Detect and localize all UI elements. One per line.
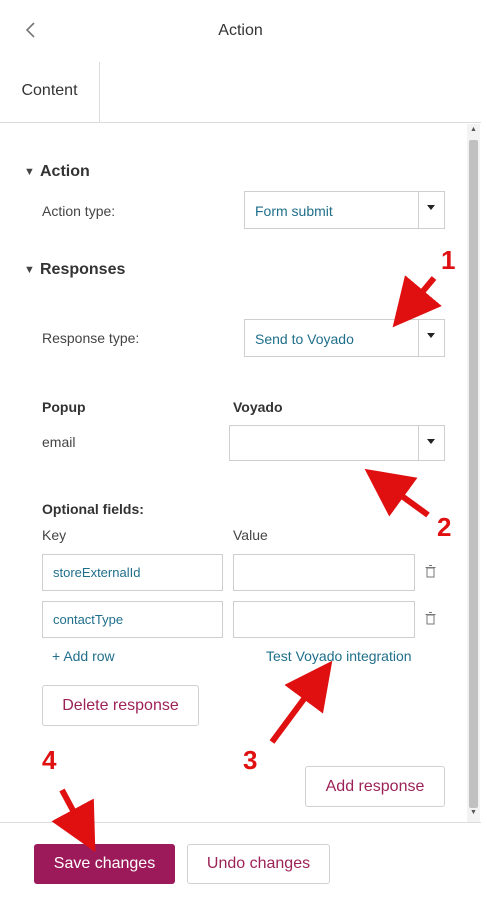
annotation-number: 2 bbox=[437, 512, 452, 542]
annotation-arrow-3 bbox=[269, 660, 333, 744]
annotation-number: 1 bbox=[441, 245, 456, 275]
annotation-arrow-1 bbox=[392, 275, 442, 328]
annotation-arrow-4 bbox=[51, 788, 96, 853]
annotation-overlay bbox=[51, 275, 442, 853]
annotation-number: 3 bbox=[243, 745, 258, 775]
annotation-number: 4 bbox=[42, 745, 57, 775]
annotation-arrow-2 bbox=[364, 468, 430, 518]
